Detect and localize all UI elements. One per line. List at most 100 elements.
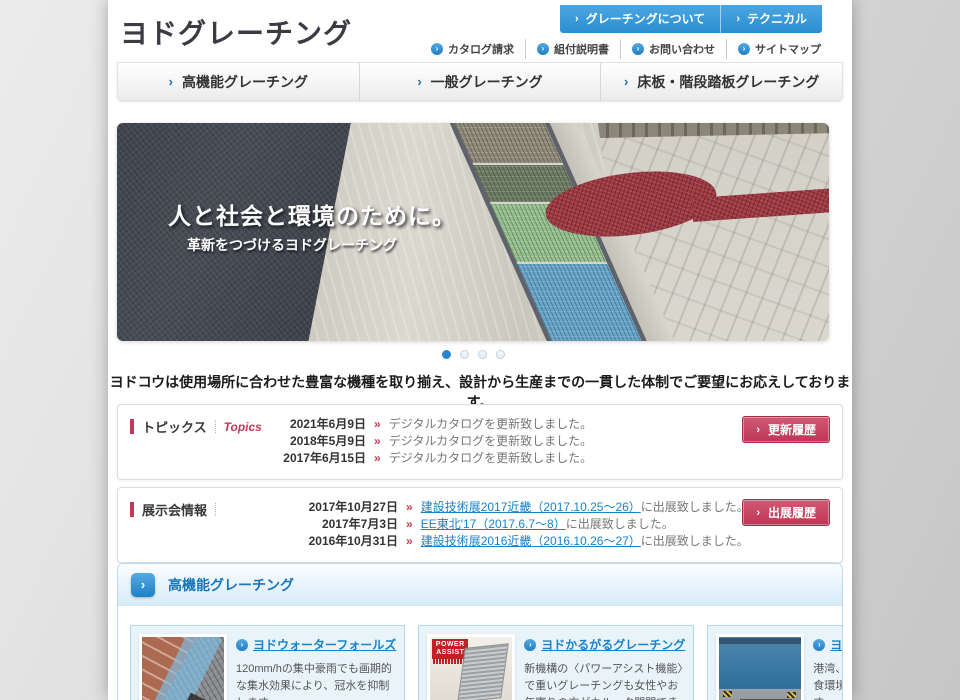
section-header: › 高機能グレーチング [118, 564, 842, 606]
card-title-row[interactable]: › ヨドかるがるグレーチング [524, 636, 685, 653]
nav-label: 高機能グレーチング [182, 72, 308, 92]
utility-label: お問い合わせ [649, 41, 715, 57]
utility-link-assembly-manual[interactable]: › 組付説明書 [525, 39, 620, 59]
tab-technical-label: テクニカル [747, 10, 807, 27]
double-arrow-icon: » [406, 499, 413, 516]
product-image-rust-guard [719, 637, 801, 700]
utility-label: 組付説明書 [554, 41, 609, 57]
nav-item-high-function-grating[interactable]: › 高機能グレーチング [118, 63, 359, 100]
nav-label: 一般グレーチング [431, 72, 543, 92]
chevron-icon: › [169, 74, 173, 89]
site-logo[interactable]: ヨドグレーチング [120, 12, 352, 52]
chevron-icon: › [575, 13, 579, 25]
exhibition-suffix: に出展致しました。 [566, 517, 674, 531]
tab-about-grating[interactable]: › グレーチングについて [560, 5, 720, 33]
exhibition-date: 2017年10月27日 [302, 499, 398, 516]
tab-technical[interactable]: › テクニカル [720, 5, 822, 33]
badge-line-1: POWER [432, 641, 468, 649]
product-link-rust-guard[interactable]: ヨドグレーチング さびガード [830, 636, 843, 653]
exhibition-link[interactable]: 建設技術展2017近畿（2017.10.25～26） [421, 500, 641, 514]
carousel-dot-1[interactable] [442, 350, 451, 359]
chevron-icon: › [756, 424, 760, 436]
card-title-row[interactable]: › ヨドウォーターフォールズ [236, 636, 396, 653]
utility-link-catalog-request[interactable]: › カタログ請求 [420, 39, 525, 59]
product-card-rust-guard: › ヨドグレーチング さびガード 港湾、漁港、魚市場などの激しい腐食環境で、高耐… [707, 625, 843, 700]
exhibitions-heading: 展示会情報 [130, 500, 302, 519]
topic-date: 2017年6月15日 [270, 450, 366, 467]
topic-date: 2021年6月9日 [270, 416, 366, 433]
card-content: › ヨドグレーチング さびガード 港湾、漁港、魚市場などの激しい腐食環境で、高耐… [813, 634, 843, 700]
product-description: 120mm/hの集中豪雨でも画期的な集水効果により、冠水を抑制します。 [236, 661, 396, 700]
image-bumper [787, 692, 796, 698]
exhibition-history-button[interactable]: › 出展履歴 [742, 499, 830, 526]
product-description: 港湾、漁港、魚市場などの激しい腐食環境で、高耐食性能を発揮します。 [813, 661, 843, 700]
double-arrow-icon: » [374, 450, 381, 467]
exhibitions-box: 展示会情報 2017年10月27日 » 建設技術展2017近畿（2017.10.… [117, 487, 843, 563]
main-nav: › 高機能グレーチング › 一般グレーチング › 床板・階段踏板グレーチング [117, 62, 843, 101]
hero-headline: 人と社会と環境のために。 [168, 197, 456, 231]
topics-title-en: Topics [224, 420, 262, 434]
exhibition-text: EE東北'17（2017.6.7～8）に出展致しました。 [421, 516, 674, 533]
update-history-label: 更新履歴 [768, 421, 816, 438]
utility-link-contact[interactable]: › お問い合わせ [620, 39, 726, 59]
arrow-circle-icon: › [236, 639, 248, 651]
exhibitions-title: 展示会情報 [142, 500, 207, 519]
exhibition-link[interactable]: EE東北'17（2017.6.7～8） [421, 517, 566, 531]
image-bumper [723, 691, 732, 697]
nav-item-floor-stair-grating[interactable]: › 床板・階段踏板グレーチング [600, 63, 842, 100]
utility-label: カタログ請求 [448, 41, 514, 57]
double-arrow-icon: » [374, 416, 381, 433]
arrow-circle-icon: › [537, 43, 549, 55]
carousel-dot-4[interactable] [496, 350, 505, 359]
product-link-karugaru[interactable]: ヨドかるがるグレーチング [541, 636, 685, 653]
section-title: 高機能グレーチング [168, 575, 294, 595]
top-tabs: › グレーチングについて › テクニカル [560, 5, 822, 33]
arrow-circle-icon: › [813, 639, 825, 651]
exhibition-date: 2017年7月3日 [302, 516, 398, 533]
divider [215, 503, 216, 516]
utility-link-sitemap[interactable]: › サイトマップ [726, 39, 832, 59]
section-body: › ヨドウォーターフォールズ 120mm/hの集中豪雨でも画期的な集水効果により… [118, 606, 842, 700]
card-content: › ヨドかるがるグレーチング 新機構の〈パワーアシスト機能〉で重いグレーチングも… [524, 634, 685, 700]
product-link-waterfalls[interactable]: ヨドウォーターフォールズ [253, 636, 396, 653]
topic-text: デジタルカタログを更新致しました。 [389, 416, 592, 433]
update-history-button[interactable]: › 更新履歴 [742, 416, 830, 443]
exhibition-history-label: 出展履歴 [768, 504, 816, 521]
chevron-icon: › [756, 507, 760, 519]
tab-about-grating-label: グレーチングについて [586, 10, 706, 27]
arrow-circle-icon: › [431, 43, 443, 55]
chevron-icon: › [736, 13, 740, 25]
chevron-icon: › [624, 74, 628, 89]
topic-date: 2018年5月9日 [270, 433, 366, 450]
arrow-circle-icon: › [524, 639, 536, 651]
product-image-power-assist: POWER ASSIST [430, 637, 512, 700]
hero-carousel-slide[interactable]: 人と社会と環境のために。 革新をつづけるヨドグレーチング [117, 123, 829, 341]
product-image-waterfalls [142, 637, 224, 700]
arrow-circle-icon: › [738, 43, 750, 55]
page: ヨドグレーチング › グレーチングについて › テクニカル › カタログ請求 ›… [108, 0, 852, 700]
exhibition-link[interactable]: 建設技術展2016近畿（2016.10.26～27） [421, 534, 641, 548]
exhibition-suffix: に出展致しました。 [641, 500, 749, 514]
product-card-karugaru: POWER ASSIST › ヨドかるがるグレーチング 新機構の〈パワーアシスト… [418, 625, 694, 700]
topic-text: デジタルカタログを更新致しました。 [389, 450, 592, 467]
exhibition-date: 2016年10月31日 [302, 533, 398, 550]
carousel-dot-3[interactable] [478, 350, 487, 359]
carousel-dot-2[interactable] [460, 350, 469, 359]
nav-label: 床板・階段踏板グレーチング [637, 72, 819, 92]
carousel-dots [117, 350, 829, 359]
chevron-square-icon[interactable]: › [131, 573, 155, 597]
image-horizon-part [719, 638, 801, 644]
card-title-row[interactable]: › ヨドグレーチング さびガード [813, 636, 843, 653]
topic-text: デジタルカタログを更新致しました。 [389, 433, 592, 450]
list-item: 2017年6月15日 » デジタルカタログを更新致しました。 [270, 450, 830, 467]
topics-box: トピックス Topics 2021年6月9日 » デジタルカタログを更新致しまし… [117, 404, 843, 480]
exhibition-suffix: に出展致しました。 [641, 534, 749, 548]
double-arrow-icon: » [374, 433, 381, 450]
high-function-grating-section: › 高機能グレーチング › ヨドウォーターフォールズ 120mm [117, 563, 843, 700]
card-content: › ヨドウォーターフォールズ 120mm/hの集中豪雨でも画期的な集水効果により… [236, 634, 396, 700]
product-image-frame [716, 634, 804, 700]
double-arrow-icon: » [406, 533, 413, 550]
exhibition-text: 建設技術展2016近畿（2016.10.26～27）に出展致しました。 [421, 533, 749, 550]
nav-item-general-grating[interactable]: › 一般グレーチング [359, 63, 601, 100]
utility-nav: › カタログ請求 › 組付説明書 › お問い合わせ › サイトマップ [420, 39, 832, 59]
